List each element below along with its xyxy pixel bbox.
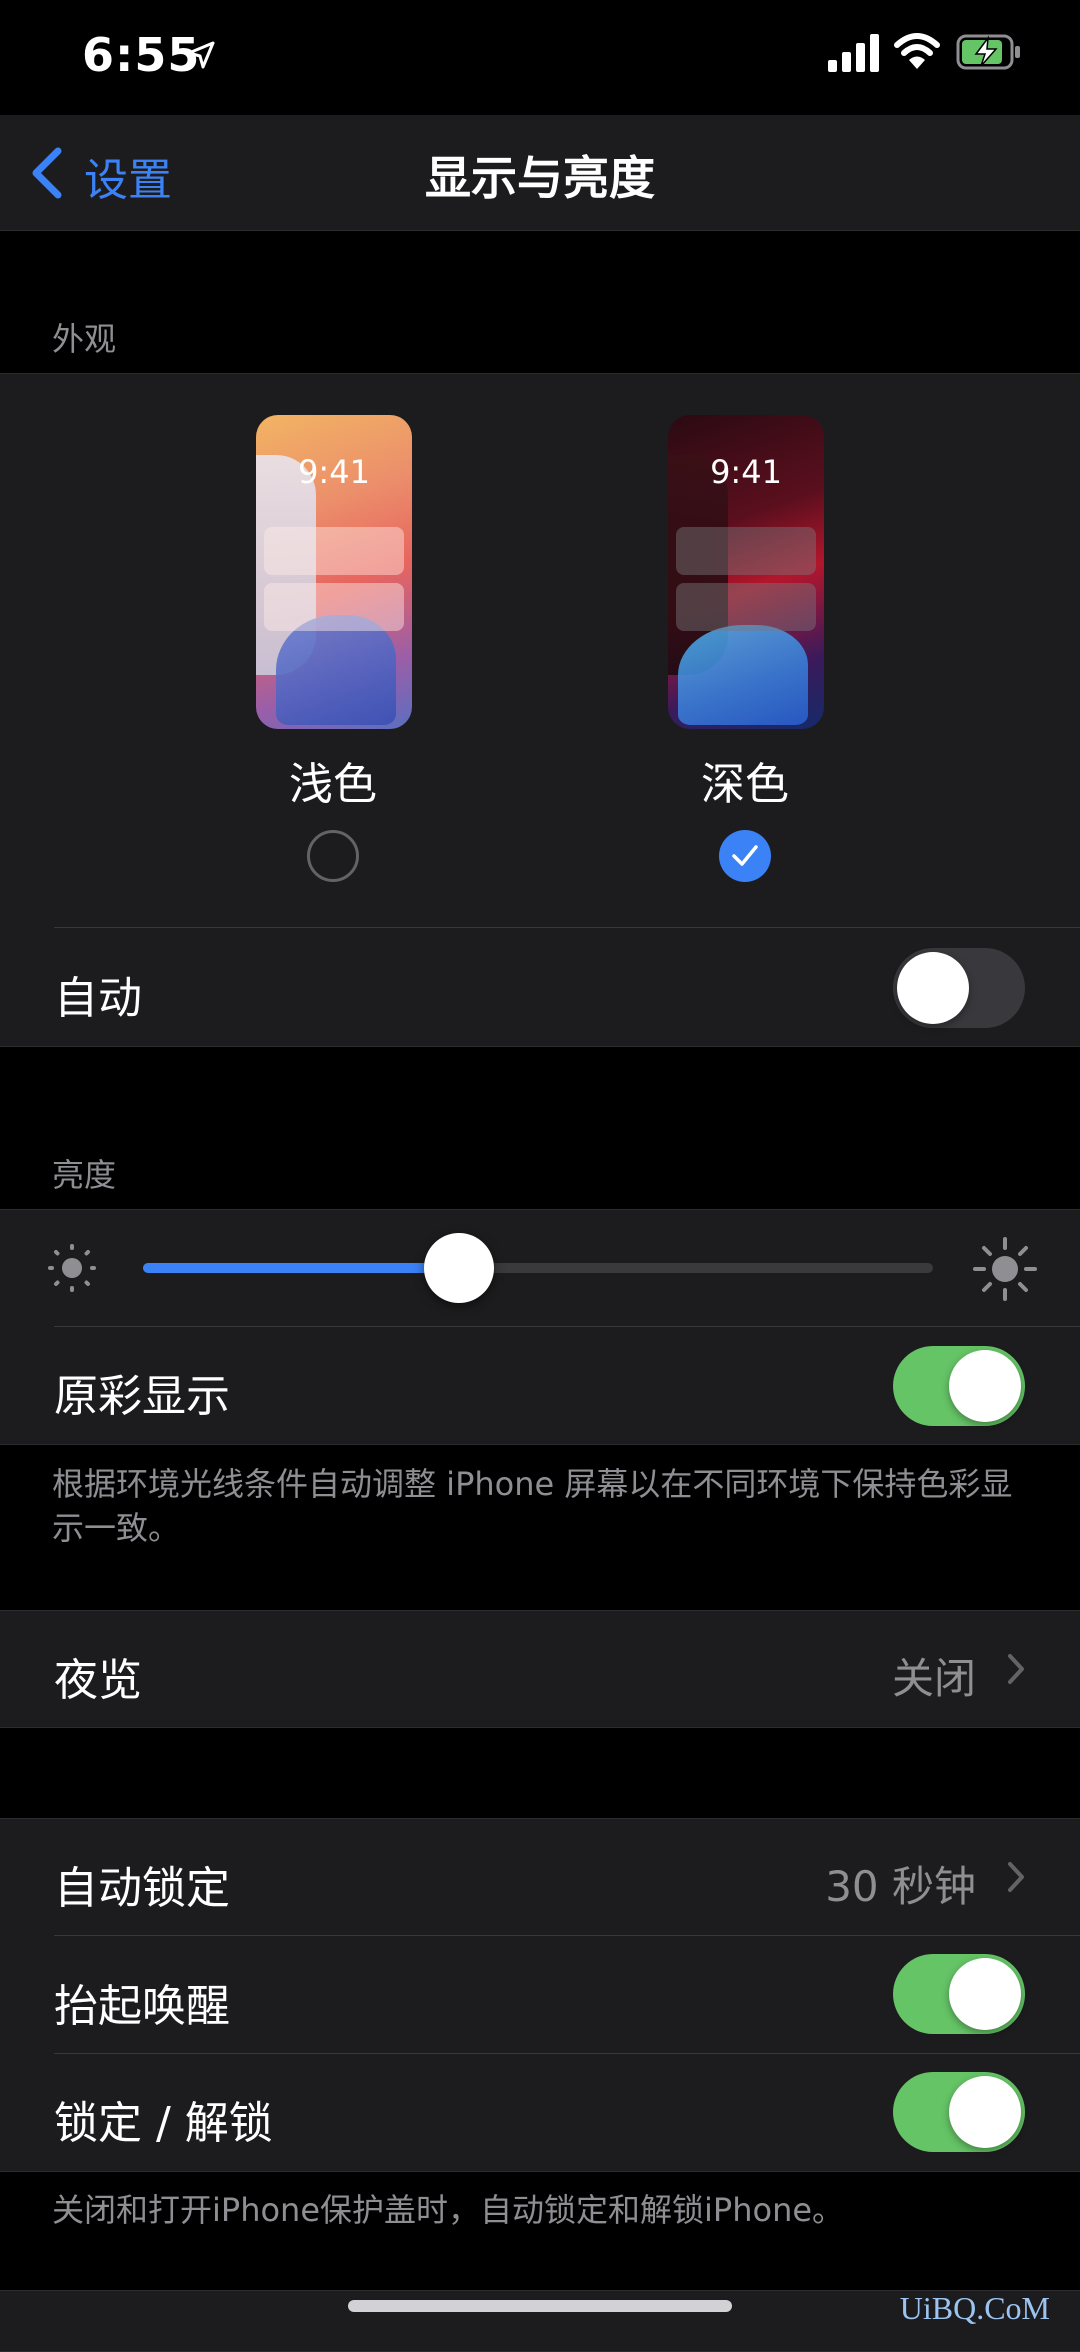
light-theme-label: 浅色 (289, 759, 377, 810)
night-shift-label: 夜览 (54, 1655, 142, 1706)
toggle-knob (949, 1958, 1021, 2030)
raise-to-wake-label: 抬起唤醒 (54, 1981, 230, 2032)
lock-unlock-label: 锁定 / 解锁 (54, 2098, 273, 2149)
dark-theme-radio[interactable] (719, 830, 771, 882)
raise-to-wake-toggle[interactable] (893, 1954, 1025, 2034)
location-arrow-icon (187, 41, 215, 69)
light-preview-card (264, 527, 404, 575)
sun-small-icon (48, 1244, 96, 1292)
true-tone-description: 根据环境光线条件自动调整 iPhone 屏幕以在不同环境下保持色彩显示一致。 (52, 1465, 1013, 1547)
status-time: 6:55 (82, 28, 201, 82)
night-shift-value: 关闭 (891, 1654, 976, 1703)
auto-appearance-label: 自动 (54, 973, 142, 1024)
true-tone-label: 原彩显示 (54, 1371, 230, 1422)
divider (54, 2053, 1080, 2054)
dark-theme-preview[interactable]: 9:41 (668, 415, 824, 729)
chevron-right-icon (1008, 1654, 1024, 1684)
dark-preview-time: 9:41 (710, 453, 782, 491)
section-header-brightness: 亮度 (52, 1156, 117, 1194)
divider (54, 927, 1080, 928)
auto-lock-label[interactable]: 自动锁定 (54, 1852, 230, 1916)
auto-lock-value: 30 秒钟 (825, 1862, 976, 1911)
section-header-appearance: 外观 (52, 320, 117, 358)
battery-charging-icon (956, 34, 1020, 70)
wifi-icon (894, 33, 940, 69)
lock-unlock-description: 关闭和打开iPhone保护盖时，自动锁定和解锁iPhone。 (52, 2191, 845, 2229)
home-indicator[interactable] (348, 2300, 732, 2312)
signal-icon (828, 34, 879, 72)
brightness-slider-fill (143, 1263, 459, 1273)
lock-unlock-toggle[interactable] (893, 2072, 1025, 2152)
chevron-right-icon (1008, 1862, 1024, 1892)
auto-appearance-toggle[interactable] (893, 948, 1025, 1028)
true-tone-toggle[interactable] (893, 1346, 1025, 1426)
checkmark-icon (732, 845, 758, 866)
watermark: UiBQ.CoM (899, 2290, 1050, 2326)
appearance-group (0, 373, 1080, 1047)
light-theme-radio[interactable] (307, 830, 359, 882)
light-theme-preview[interactable]: 9:41 (256, 415, 412, 729)
sun-large-icon (973, 1237, 1037, 1301)
light-preview-card (264, 583, 404, 631)
dark-theme-label: 深色 (701, 759, 789, 810)
toggle-knob (897, 952, 969, 1024)
toggle-knob (949, 2076, 1021, 2148)
toggle-knob (949, 1350, 1021, 1422)
divider (54, 1935, 1080, 1936)
dark-preview-card (676, 583, 816, 631)
page-title: 显示与亮度 (425, 151, 655, 205)
light-preview-time: 9:41 (298, 453, 370, 491)
brightness-slider-thumb[interactable] (424, 1233, 494, 1303)
dark-preview-card (676, 527, 816, 575)
divider (54, 1326, 1080, 1327)
